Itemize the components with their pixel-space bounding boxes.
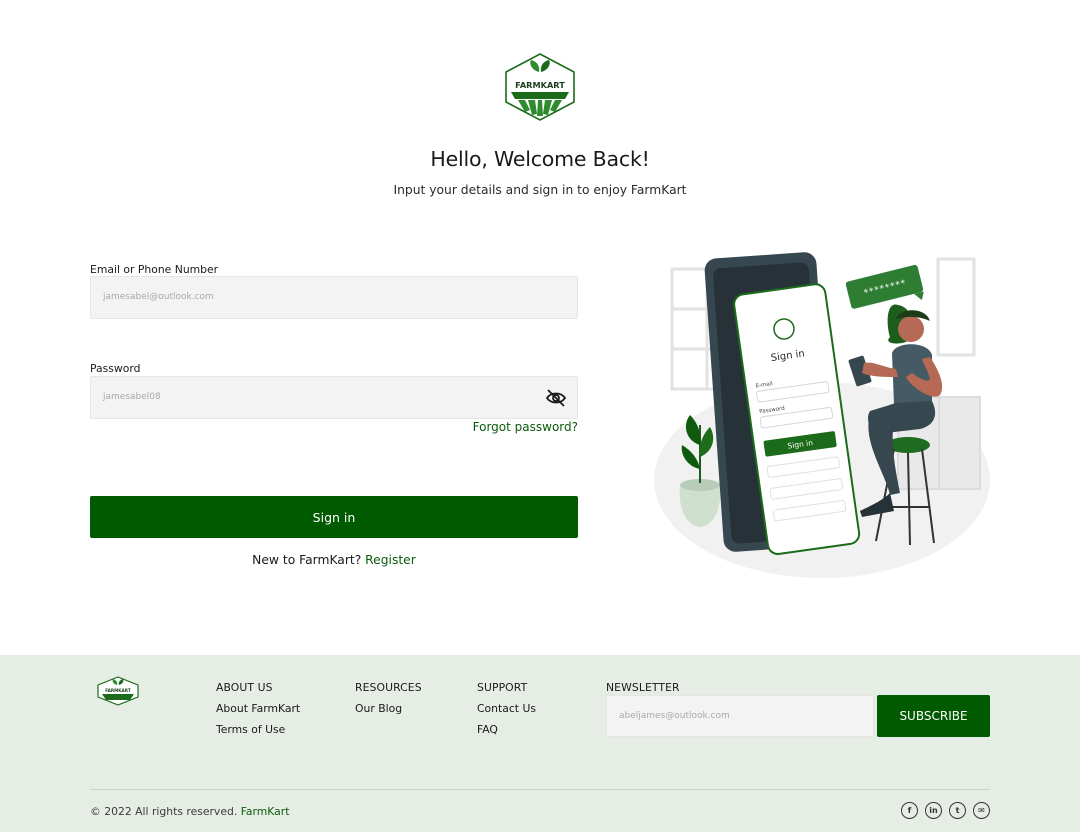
footer-about-heading: ABOUT US	[216, 681, 273, 694]
register-link[interactable]: Register	[365, 553, 416, 567]
subscribe-button[interactable]: SUBSCRIBE	[877, 695, 990, 737]
footer-link-contact[interactable]: Contact Us	[477, 702, 536, 715]
newsletter-placeholder: abeljames@outlook.com	[619, 711, 730, 721]
copyright-brand: FarmKart	[240, 805, 290, 818]
email-field[interactable]: jamesabel@outlook.com	[90, 276, 578, 319]
password-field[interactable]: jamesabel08	[90, 376, 578, 419]
signin-button[interactable]: Sign in	[90, 496, 578, 538]
linkedin-icon[interactable]: in	[925, 802, 942, 819]
eye-off-icon[interactable]	[545, 388, 567, 408]
logo-text: FARMKART	[515, 80, 565, 90]
signin-illustration: Sign in E-mail Password Sign in ********	[654, 252, 990, 578]
footer-divider	[90, 789, 990, 790]
password-placeholder: jamesabel08	[103, 392, 161, 402]
footer-resources: RESOURCES Our Blog	[355, 681, 422, 723]
footer-support-heading: SUPPORT	[477, 681, 528, 694]
footer-link-about-farmkart[interactable]: About FarmKart	[216, 702, 300, 715]
mail-icon[interactable]: ✉	[973, 802, 990, 819]
footer-link-faq[interactable]: FAQ	[477, 723, 536, 736]
footer-newsletter-heading: NEWSLETTER	[606, 681, 680, 694]
forgot-password-link[interactable]: Forgot password?	[473, 420, 578, 434]
footer: FARMKART ABOUT US About FarmKart Terms o…	[0, 655, 1080, 832]
footer-about: ABOUT US About FarmKart Terms of Use	[216, 681, 300, 744]
footer-resources-heading: RESOURCES	[355, 681, 422, 694]
register-line: New to FarmKart? Register	[90, 553, 578, 567]
copyright: © 2022 All rights reserved. FarmKart	[90, 805, 289, 818]
farmkart-logo: FARMKART	[505, 53, 575, 121]
footer-link-blog[interactable]: Our Blog	[355, 702, 422, 715]
copyright-text: © 2022 All rights reserved.	[90, 805, 238, 818]
twitter-icon[interactable]: t	[949, 802, 966, 819]
footer-logo: FARMKART	[97, 676, 139, 706]
page-title: Hello, Welcome Back!	[430, 147, 650, 171]
email-placeholder: jamesabel@outlook.com	[103, 292, 214, 302]
newsletter-email-input[interactable]: abeljames@outlook.com	[606, 695, 874, 737]
page-subtitle: Input your details and sign in to enjoy …	[393, 183, 687, 197]
password-label: Password	[90, 362, 141, 375]
register-prompt: New to FarmKart?	[252, 553, 362, 567]
footer-support: SUPPORT Contact Us FAQ	[477, 681, 536, 744]
facebook-icon[interactable]: f	[901, 802, 918, 819]
footer-logo-text: FARMKART	[105, 688, 131, 693]
footer-link-terms[interactable]: Terms of Use	[216, 723, 300, 736]
email-label: Email or Phone Number	[90, 263, 219, 276]
